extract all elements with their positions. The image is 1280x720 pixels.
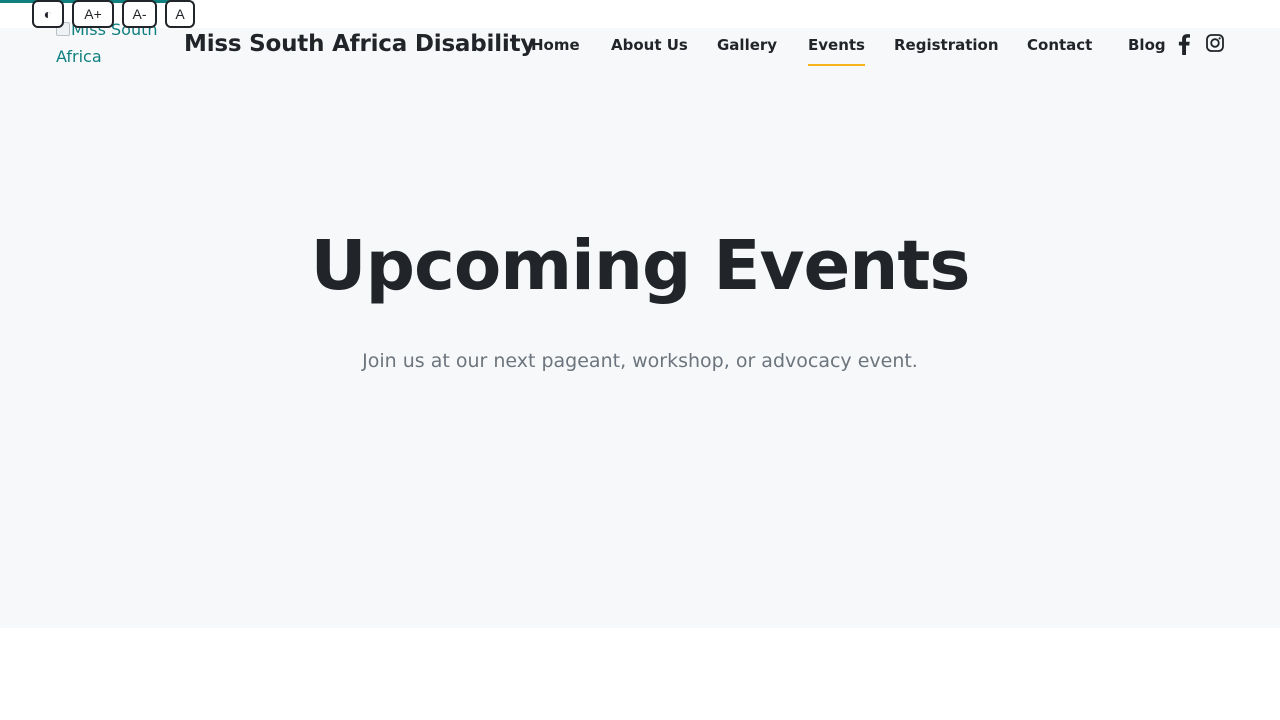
reset-font-button[interactable]: A <box>165 0 195 28</box>
facebook-icon[interactable] <box>1178 34 1190 55</box>
page-title: Upcoming Events <box>310 226 971 306</box>
nav-item-home[interactable]: Home <box>531 36 580 54</box>
nav-item-registration[interactable]: Registration <box>894 36 999 54</box>
contrast-toggle-button[interactable]: ◐ <box>32 0 64 28</box>
nav-item-gallery[interactable]: Gallery <box>717 36 777 54</box>
hero-section: Miss South Africa Miss South Africa Disa… <box>0 20 1280 628</box>
page-subtitle: Join us at our next pageant, workshop, o… <box>362 350 918 372</box>
nav-item-blog[interactable]: Blog <box>1128 36 1166 54</box>
nav-item-contact[interactable]: Contact <box>1027 36 1092 54</box>
nav-item-about-us[interactable]: About Us <box>611 36 688 54</box>
increase-font-button[interactable]: A+ <box>72 0 114 28</box>
site-header: Miss South Africa Miss South Africa Disa… <box>0 20 1280 98</box>
nav-item-events[interactable]: Events <box>808 36 865 66</box>
accessibility-toolbar: ◐ A+ A- A <box>32 0 195 28</box>
instagram-icon[interactable] <box>1206 34 1224 52</box>
brand-title[interactable]: Miss South Africa Disability <box>184 31 535 57</box>
decrease-font-button[interactable]: A- <box>122 0 157 28</box>
